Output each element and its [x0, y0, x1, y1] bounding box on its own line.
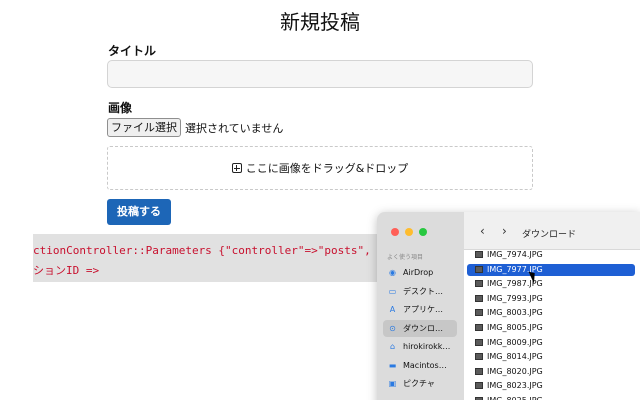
location-title: ダウンロード: [522, 230, 577, 240]
sidebar-item-label: Macintos…: [403, 360, 447, 370]
file-name: IMG_8003.JPG: [487, 308, 543, 318]
sidebar-heading: よく使う項目: [387, 254, 424, 261]
close-icon[interactable]: [391, 228, 399, 236]
page: 新規投稿 タイトル 画像 ファイル選択 選択されていません ここに画像をドラッグ…: [0, 0, 640, 400]
sidebar-item-label: AirDrop: [403, 268, 434, 277]
sidebar-item[interactable]: ▭ デスクト…: [383, 283, 457, 300]
file-name: IMG_8020.JPG: [487, 366, 543, 376]
disk-icon: ▬: [388, 360, 397, 370]
minimize-icon[interactable]: [405, 228, 413, 236]
sidebar-item[interactable]: ⌂ hirokirokk…: [383, 338, 457, 355]
sidebar-item[interactable]: A アプリケ…: [383, 301, 457, 318]
file-row[interactable]: IMG_8025.JPG: [467, 395, 635, 400]
file-row[interactable]: IMG_8009.JPG: [467, 337, 635, 349]
file-row[interactable]: IMG_7977.JPG: [467, 263, 635, 276]
image-file-icon: [475, 353, 483, 361]
image-file-icon: [475, 367, 483, 375]
file-row[interactable]: IMG_8003.JPG: [467, 307, 635, 319]
log-line: ションID =>: [33, 264, 100, 277]
sidebar-item-label: アプリケ…: [403, 305, 443, 314]
image-file-icon: [475, 294, 483, 302]
file-row[interactable]: IMG_8005.JPG: [467, 322, 635, 334]
forward-button[interactable]: ›: [502, 224, 507, 238]
file-row[interactable]: IMG_7987.JPG: [467, 278, 635, 290]
file-row[interactable]: IMG_8020.JPG: [467, 366, 635, 378]
dropzone-text: ここに画像をドラッグ&ドロップ: [245, 162, 409, 175]
file-row[interactable]: IMG_7974.JPG: [467, 249, 635, 261]
sidebar-item[interactable]: ⊙ ダウンロ…: [383, 319, 457, 337]
image-file-icon: [475, 280, 483, 288]
sidebar-item-label: デスクト…: [403, 286, 443, 296]
image-file-icon: [475, 265, 483, 273]
finder-file-list: ‹ › ダウンロード IMG_7974.JPG IMG_7977.JPG IMG_7…: [464, 212, 640, 400]
image-dropzone[interactable]: ここに画像をドラッグ&ドロップ: [107, 146, 533, 190]
downloads-icon: ⊙: [389, 323, 396, 333]
home-icon: ⌂: [389, 342, 396, 351]
airdrop-icon: ◉: [389, 268, 396, 277]
back-button[interactable]: ‹: [480, 224, 485, 238]
image-file-icon: [475, 338, 483, 346]
file-name: IMG_8009.JPG: [487, 337, 543, 347]
file-row[interactable]: IMG_7993.JPG: [467, 293, 635, 305]
sidebar-item[interactable]: ◉ AirDrop: [383, 264, 457, 281]
file-name: IMG_8025.JPG: [487, 396, 543, 400]
title-label: タイトル: [108, 44, 157, 58]
image-file-icon: [475, 309, 483, 317]
pictures-icon: ▣: [388, 379, 397, 388]
sidebar-item[interactable]: ▬ Macintos…: [383, 357, 457, 374]
sidebar-item-label: ダウンロ…: [403, 323, 443, 333]
sidebar-item-label: hirokirokk…: [403, 342, 451, 351]
zoom-icon[interactable]: [419, 228, 427, 236]
page-title: 新規投稿: [280, 10, 360, 34]
sidebar-item[interactable]: ▣ ピクチャ: [383, 375, 457, 392]
file-name: IMG_7993.JPG: [487, 293, 543, 303]
file-row[interactable]: IMG_8023.JPG: [467, 380, 635, 392]
finder-sidebar: よく使う項目 ◉ AirDrop ▭ デスクト… A アプリケ… ⊙ ダウンロ… ⌂ hiroki…: [377, 212, 464, 400]
desktop-icon: ▭: [388, 286, 397, 296]
image-file-icon: [475, 251, 483, 258]
file-name: IMG_8023.JPG: [487, 381, 543, 391]
plus-square-icon: [231, 163, 242, 173]
applications-icon: A: [389, 305, 396, 314]
file-name: IMG_7974.JPG: [487, 250, 543, 259]
file-status-text: 選択されていません: [185, 122, 284, 135]
log-line: ctionController::Parameters {"controller…: [33, 244, 398, 257]
title-input[interactable]: [107, 60, 533, 88]
file-row[interactable]: IMG_8014.JPG: [467, 351, 635, 363]
submit-button[interactable]: 投稿する: [107, 199, 171, 225]
file-select-button[interactable]: ファイル選択: [107, 118, 181, 137]
image-file-icon: [475, 382, 483, 390]
sidebar-item-label: ピクチャ: [403, 379, 435, 388]
image-label: 画像: [108, 101, 133, 115]
image-file-icon: [475, 324, 483, 331]
file-name: IMG_8014.JPG: [487, 352, 543, 362]
finder-toolbar: ‹ › ダウンロード: [464, 212, 640, 250]
finder-window[interactable]: よく使う項目 ◉ AirDrop ▭ デスクト… A アプリケ… ⊙ ダウンロ… ⌂ hiroki…: [377, 212, 640, 400]
file-name: IMG_8005.JPG: [487, 323, 543, 332]
